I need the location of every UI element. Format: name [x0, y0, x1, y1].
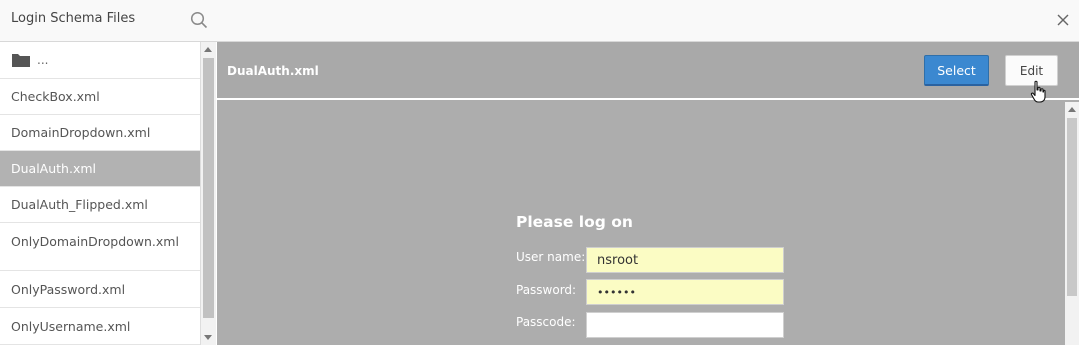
file-item[interactable]: OnlyDomainDropdown.xml	[0, 223, 200, 271]
scroll-down-arrow-icon[interactable]	[204, 335, 212, 340]
scroll-up-arrow-icon[interactable]	[1068, 107, 1076, 112]
passcode-field[interactable]	[586, 312, 784, 338]
preview-scrollbar[interactable]	[1065, 102, 1079, 345]
file-item[interactable]: CheckBox.xml	[0, 79, 200, 115]
file-item-label: OnlyUsername.xml	[11, 318, 131, 334]
file-item-label: OnlyPassword.xml	[11, 281, 126, 297]
file-list-scrollbar[interactable]	[201, 42, 216, 345]
file-item[interactable]: OnlyPassword.xml	[0, 271, 200, 308]
parent-folder-label: ...	[37, 53, 49, 67]
scrollbar-thumb[interactable]	[1067, 118, 1077, 296]
file-list: ... CheckBox.xml DomainDropdown.xml Dual…	[0, 42, 201, 345]
password-label: Password:	[516, 283, 577, 297]
close-icon[interactable]	[1055, 12, 1071, 28]
file-item-label: DualAuth_Flipped.xml	[11, 197, 148, 212]
file-item[interactable]: DualAuth_Flipped.xml	[0, 187, 200, 223]
file-item[interactable]: OnlyUsername.xml	[0, 308, 200, 345]
password-field[interactable]: ••••••	[586, 279, 784, 305]
preview-file-title: DualAuth.xml	[227, 64, 319, 78]
select-button[interactable]: Select	[924, 55, 989, 86]
file-item[interactable]: DomainDropdown.xml	[0, 115, 200, 151]
file-item-label: DomainDropdown.xml	[11, 125, 151, 140]
folder-icon	[12, 54, 30, 67]
passcode-label: Passcode:	[516, 315, 576, 329]
file-item-selected[interactable]: DualAuth.xml	[0, 151, 200, 187]
search-icon[interactable]	[190, 11, 208, 29]
username-label: User name:	[516, 250, 586, 264]
preview-pane: DualAuth.xml Select Edit Please log on U…	[217, 42, 1079, 345]
preview-header: DualAuth.xml Select Edit	[217, 42, 1079, 103]
file-item-label: CheckBox.xml	[11, 89, 100, 104]
parent-folder-item[interactable]: ...	[0, 42, 200, 79]
hand-cursor-icon	[1030, 80, 1046, 103]
panel-title: Login Schema Files	[11, 11, 136, 26]
login-heading: Please log on	[516, 213, 633, 231]
file-item-label: DualAuth.xml	[11, 161, 96, 176]
scrollbar-thumb[interactable]	[203, 58, 214, 318]
panel-header: Login Schema Files	[0, 0, 1079, 42]
file-item-label: OnlyDomainDropdown.xml	[11, 234, 179, 249]
username-field[interactable]: nsroot	[586, 247, 784, 273]
scroll-up-arrow-icon[interactable]	[204, 47, 212, 52]
